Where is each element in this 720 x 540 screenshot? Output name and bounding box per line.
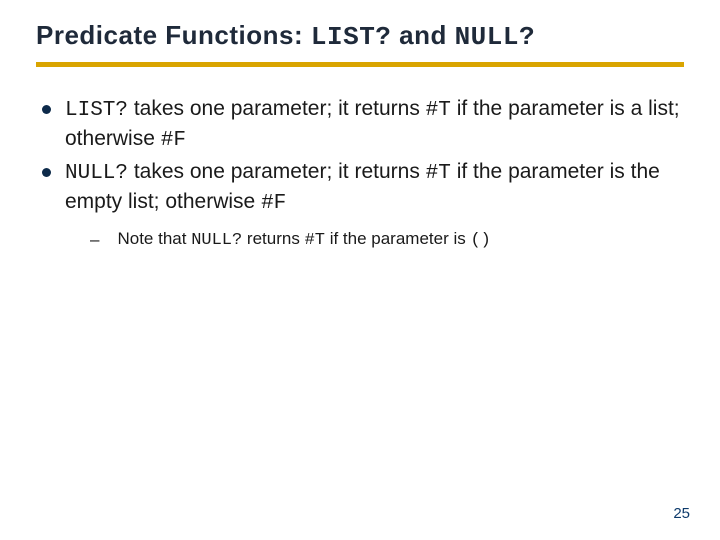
slide-title: Predicate Functions: LIST? and NULL? (36, 20, 684, 62)
text-span: if the parameter is (325, 229, 471, 248)
code-span: #F (161, 129, 186, 152)
bullet-list: LIST? takes one parameter; it returns #T… (36, 95, 684, 253)
text-span: returns (242, 229, 304, 248)
bullet-dot-icon (42, 168, 51, 177)
sub-text: Note that NULL? returns #T if the parame… (117, 228, 684, 253)
dash-icon: – (90, 229, 99, 252)
title-code-2: NULL? (455, 22, 536, 52)
code-span: LIST? (65, 99, 128, 122)
list-item: LIST? takes one parameter; it returns #T… (42, 95, 684, 156)
title-underline (36, 62, 684, 67)
bullet-text: NULL? takes one parameter; it returns #T… (65, 158, 684, 219)
bullet-dot-icon (42, 105, 51, 114)
title-mid: and (391, 20, 454, 50)
code-span: #T (426, 99, 451, 122)
code-span: #T (426, 162, 451, 185)
page-number: 25 (673, 505, 690, 522)
sub-list-item: – Note that NULL? returns #T if the para… (90, 228, 684, 253)
code-span: NULL? (191, 231, 242, 250)
code-span: () (470, 231, 490, 250)
code-span: #F (261, 192, 286, 215)
title-prefix: Predicate Functions: (36, 20, 311, 50)
text-span: takes one parameter; it returns (128, 160, 426, 183)
title-code-1: LIST? (311, 22, 392, 52)
code-span: NULL? (65, 162, 128, 185)
code-span: #T (305, 231, 325, 250)
text-span: Note that (117, 229, 191, 248)
text-span: takes one parameter; it returns (128, 97, 426, 120)
list-item: NULL? takes one parameter; it returns #T… (42, 158, 684, 219)
bullet-text: LIST? takes one parameter; it returns #T… (65, 95, 684, 156)
